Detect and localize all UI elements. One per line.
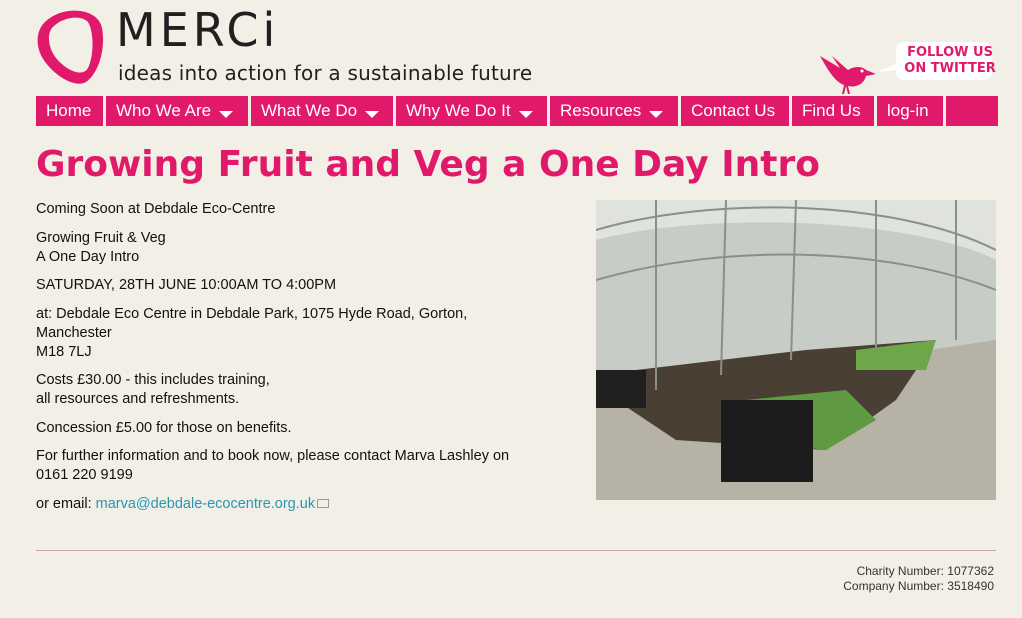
nav-log-in[interactable]: log-in [877,96,943,126]
cost-line2: all resources and refreshments. [36,391,240,407]
twitter-label-line2: ON TWITTER [904,61,996,76]
email-link[interactable]: marva@debdale-ecocentre.org.uk [96,496,315,512]
page-title: Growing Fruit and Veg a One Day Intro [36,144,820,185]
twitter-label[interactable]: FOLLOW US ON TWITTER [904,45,996,77]
merci-logo-icon[interactable] [36,8,106,84]
booking-info-text: For further information and to book now,… [36,448,510,464]
main-nav: Home Who We Are What We Do Why We Do It … [36,96,998,126]
bird-icon [820,56,900,94]
company-number: Company Number: 3518490 [843,579,994,593]
greenhouse-photo [596,200,996,500]
concession-text: Concession £5.00 for those on benefits. [36,419,292,436]
chevron-down-icon [518,110,533,118]
nav-resources-label: Resources [560,101,642,120]
nav-find-us-label: Find Us [802,101,861,120]
nav-contact-us[interactable]: Contact Us [681,96,789,126]
nav-home-label: Home [46,101,92,120]
chevron-down-icon [219,110,234,118]
twitter-label-line1: FOLLOW US [907,45,993,60]
venue-address: at: Debdale Eco Centre in Debdale Park, … [36,305,468,341]
mail-icon [317,498,330,508]
cost-line1: Costs £30.00 - this includes training, [36,372,270,388]
nav-home[interactable]: Home [36,96,103,126]
article-body: Coming Soon at Debdale Eco-Centre Growin… [36,200,526,523]
greenhouse-image-icon [596,200,996,500]
nav-why-we-do-it[interactable]: Why We Do It [396,96,547,126]
nav-what-we-do[interactable]: What We Do [251,96,393,126]
booking-info: For further information and to book now,… [36,447,526,485]
twitter-follow-link[interactable]: FOLLOW US ON TWITTER [818,40,996,96]
email-prefix: or email: [36,495,96,512]
event-heading-line1: Growing Fruit & Veg [36,229,166,246]
nav-what-we-do-label: What We Do [261,101,358,120]
footer-divider [36,550,996,551]
site-footer: Charity Number: 1077362 Company Number: … [800,564,994,594]
site-name: MERCi [116,3,280,57]
nav-who-we-are-label: Who We Are [116,101,212,120]
chevron-down-icon [649,110,664,118]
event-date: SATURDAY, 28TH JUNE 10:00AM TO 4:00PM [36,277,337,293]
venue-postcode: M18 7LJ [36,343,92,360]
site-tagline: ideas into action for a sustainable futu… [118,61,533,85]
nav-why-we-do-it-label: Why We Do It [406,101,511,120]
nav-resources[interactable]: Resources [550,96,678,126]
event-heading: Growing Fruit & Veg A One Day Intro [36,229,526,267]
nav-contact-us-label: Contact Us [691,101,776,120]
coming-soon-text: Coming Soon at Debdale Eco-Centre [36,201,276,217]
phone-number: 0161 220 9199 [36,467,133,483]
chevron-down-icon [365,110,380,118]
event-venue: at: Debdale Eco Centre in Debdale Park, … [36,305,476,362]
charity-number: Charity Number: 1077362 [856,564,994,578]
nav-log-in-label: log-in [887,101,929,120]
nav-who-we-are[interactable]: Who We Are [106,96,248,126]
site-header: MERCi ideas into action for a sustainabl… [0,0,1022,96]
event-cost: Costs £30.00 - this includes training, a… [36,371,526,409]
nav-empty-slot[interactable] [946,96,998,126]
email-line: or email: marva@debdale-ecocentre.org.uk [36,495,526,514]
event-heading-line2: A One Day Intro [36,248,140,265]
nav-find-us[interactable]: Find Us [792,96,874,126]
